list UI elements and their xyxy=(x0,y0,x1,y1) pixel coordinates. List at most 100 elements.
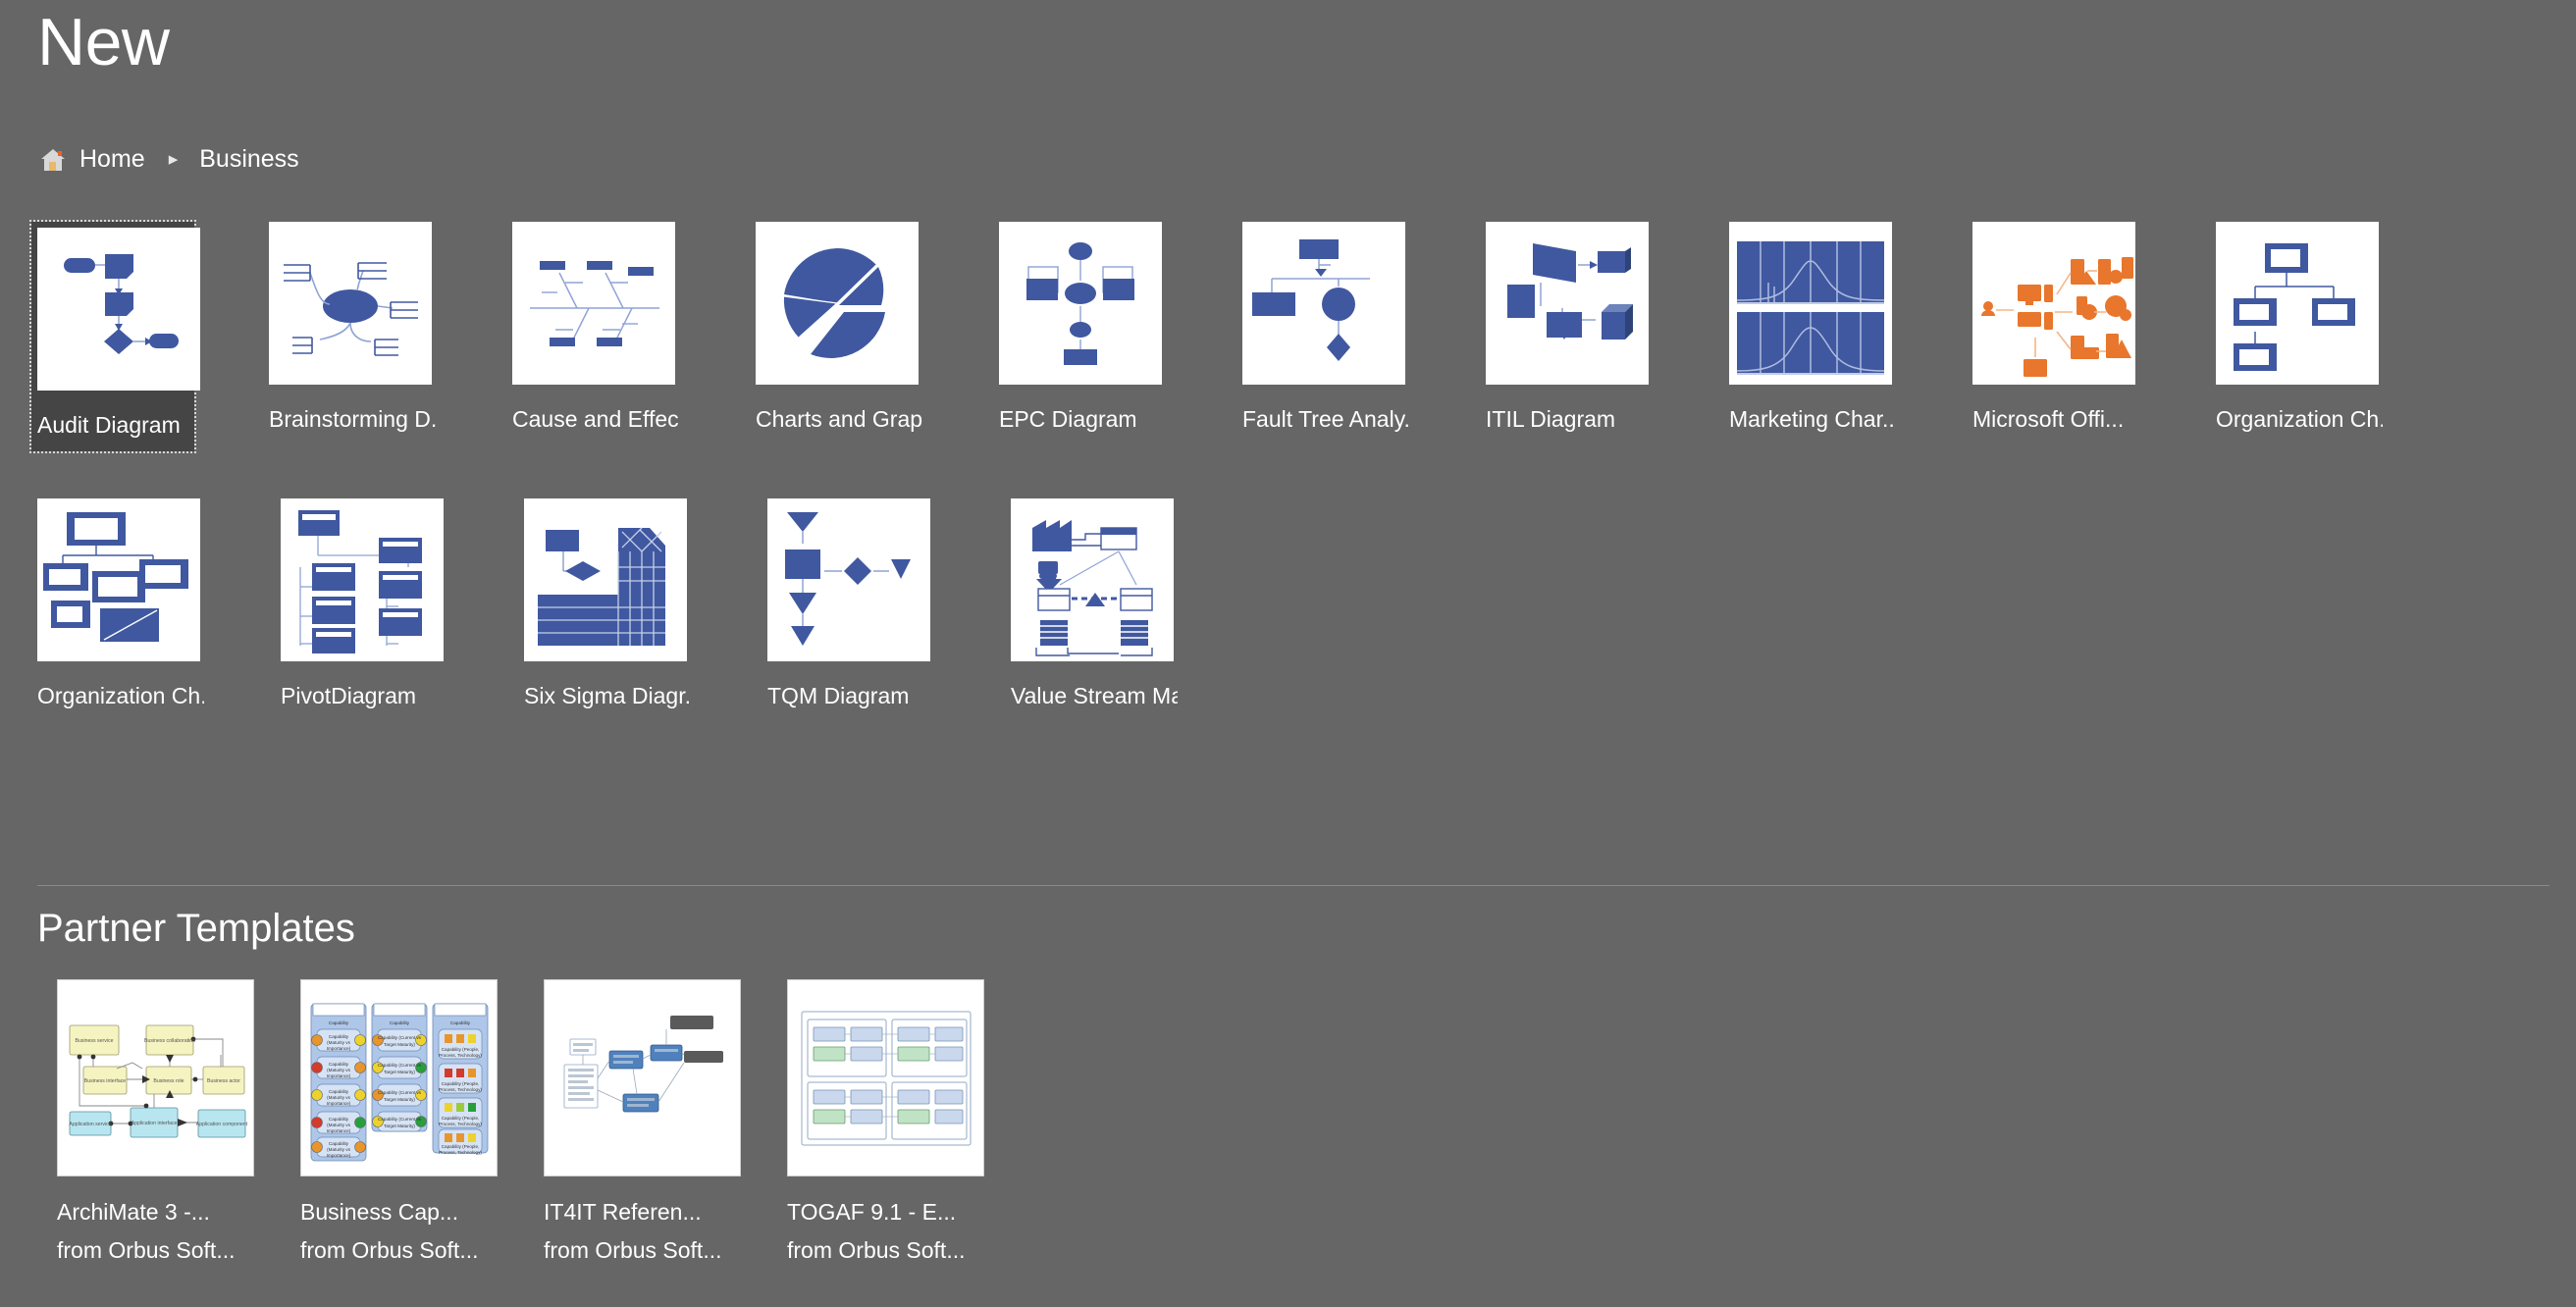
svg-text:Target Maturity): Target Maturity) xyxy=(384,1124,415,1128)
svg-text:Capability (Current vs: Capability (Current vs xyxy=(378,1035,422,1040)
page-title: New xyxy=(37,5,170,79)
template-tile-fault-tree-analysis[interactable]: Fault Tree Analy... xyxy=(1242,222,1409,451)
svg-text:Process, Technology): Process, Technology) xyxy=(439,1053,482,1058)
svg-text:Importance): Importance) xyxy=(327,1128,351,1133)
partner-templates-grid: Business service Business interface Busi… xyxy=(57,979,1030,1266)
template-thumbnail-epc-diagram xyxy=(999,222,1162,385)
svg-text:Capability: Capability xyxy=(329,1089,349,1094)
svg-text:Capability: Capability xyxy=(329,1117,349,1122)
template-label: Six Sigma Diagr... xyxy=(524,682,691,708)
template-label: Organization Ch... xyxy=(2216,406,2383,432)
template-label: Brainstorming D... xyxy=(269,406,436,432)
template-tile-itil-diagram[interactable]: ITIL Diagram xyxy=(1486,222,1649,451)
svg-text:Capability: Capability xyxy=(329,1034,349,1039)
svg-text:(Maturity vs: (Maturity vs xyxy=(327,1123,350,1127)
template-label: PivotDiagram xyxy=(281,682,417,708)
template-label: Microsoft Offi... xyxy=(1972,406,2125,432)
svg-text:Capability (People,: Capability (People, xyxy=(442,1081,480,1086)
partner-template-name: Business Cap... xyxy=(300,1199,459,1225)
template-thumbnail-marketing-charts xyxy=(1729,222,1892,385)
template-label: Cause and Effec... xyxy=(512,406,679,432)
breadcrumb-home-label: Home xyxy=(79,145,145,173)
new-template-gallery-page: New Home ▸ Business Audit Diagram Brains… xyxy=(0,0,2576,1307)
template-thumbnail-tqm-diagram xyxy=(767,497,930,661)
template-thumbnail-cause-and-effect xyxy=(512,222,675,385)
template-tile-pivot-diagram[interactable]: PivotDiagram xyxy=(281,497,444,710)
template-thumbnail-organization-chart-1 xyxy=(2216,222,2379,385)
template-tile-cause-and-effect[interactable]: Cause and Effec... xyxy=(512,222,679,451)
template-grid: Audit Diagram Brainstorming D... Cause a… xyxy=(29,220,2459,710)
template-tile-organization-chart-1[interactable]: Organization Ch... xyxy=(2216,222,2383,451)
svg-text:Business role: Business role xyxy=(153,1078,184,1084)
template-thumbnail-pivot-diagram xyxy=(281,497,444,661)
svg-text:(Maturity vs: (Maturity vs xyxy=(327,1040,350,1045)
template-thumbnail-charts-and-graphs xyxy=(756,222,919,385)
template-tile-marketing-charts[interactable]: Marketing Char... xyxy=(1729,222,1896,451)
svg-text:Application interface: Application interface xyxy=(131,1121,178,1126)
template-thumbnail-fault-tree-analysis xyxy=(1242,222,1405,385)
svg-text:Capability: Capability xyxy=(450,1020,471,1025)
template-label: Value Stream Map xyxy=(1011,682,1178,708)
template-tile-epc-diagram[interactable]: EPC Diagram xyxy=(999,222,1162,451)
template-tile-brainstorming-diagram[interactable]: Brainstorming D... xyxy=(269,222,436,451)
template-label: TQM Diagram xyxy=(767,682,910,708)
svg-text:Process, Technology): Process, Technology) xyxy=(439,1150,482,1155)
svg-text:Application component: Application component xyxy=(196,1122,248,1127)
partner-tile-togaf[interactable]: TOGAF 9.1 - E... from Orbus Soft... xyxy=(787,979,984,1266)
svg-text:Capability (People,: Capability (People, xyxy=(442,1116,480,1121)
partner-tile-it4it[interactable]: IT4IT Referen... from Orbus Soft... xyxy=(544,979,741,1266)
svg-text:Importance): Importance) xyxy=(327,1046,351,1051)
svg-text:Importance): Importance) xyxy=(327,1153,351,1158)
breadcrumb: Home ▸ Business xyxy=(39,145,299,174)
svg-text:(Maturity vs: (Maturity vs xyxy=(327,1147,350,1152)
partner-template-source: from Orbus Soft... xyxy=(57,1236,236,1263)
svg-text:Capability (People,: Capability (People, xyxy=(442,1144,480,1149)
svg-text:Process, Technology): Process, Technology) xyxy=(439,1087,482,1092)
template-label: Fault Tree Analy... xyxy=(1242,406,1409,432)
svg-text:Capability (People,: Capability (People, xyxy=(442,1047,480,1052)
template-tile-organization-chart-2[interactable]: Organization Ch... xyxy=(37,497,204,710)
template-tile-tqm-diagram[interactable]: TQM Diagram xyxy=(767,497,930,710)
template-label: EPC Diagram xyxy=(999,406,1137,432)
svg-text:Capability (Current vs: Capability (Current vs xyxy=(378,1063,422,1068)
breadcrumb-home-link[interactable]: Home xyxy=(39,145,145,174)
partner-template-name: ArchiMate 3 -... xyxy=(57,1199,210,1225)
template-tile-six-sigma-diagram[interactable]: Six Sigma Diagr... xyxy=(524,497,691,710)
template-tile-charts-and-graphs[interactable]: Charts and Grap... xyxy=(756,222,922,451)
template-label: Charts and Grap... xyxy=(756,406,922,432)
svg-text:Process, Technology): Process, Technology) xyxy=(439,1122,482,1126)
template-row-2: Organization Ch... PivotDiagram Six Sigm… xyxy=(37,497,2459,710)
template-thumbnail-itil-diagram xyxy=(1486,222,1649,385)
svg-text:Business service: Business service xyxy=(76,1038,114,1044)
partner-tile-business-capability[interactable]: Capability Capability Capability Capabil… xyxy=(300,979,498,1266)
svg-text:Target Maturity): Target Maturity) xyxy=(384,1097,415,1102)
svg-text:Importance): Importance) xyxy=(327,1073,351,1078)
template-tile-microsoft-office[interactable]: Microsoft Offi... xyxy=(1972,222,2135,451)
template-thumbnail-value-stream-map xyxy=(1011,497,1174,661)
svg-text:Capability: Capability xyxy=(329,1062,349,1067)
breadcrumb-current-label: Business xyxy=(199,145,299,173)
template-tile-audit-diagram[interactable]: Audit Diagram xyxy=(29,220,200,453)
svg-text:Business actor: Business actor xyxy=(207,1078,240,1084)
svg-text:Capability: Capability xyxy=(390,1020,410,1025)
section-divider xyxy=(37,885,2550,886)
template-label: Audit Diagram xyxy=(37,412,181,438)
template-label: Marketing Char... xyxy=(1729,406,1896,432)
partner-thumbnail-business-capability: Capability Capability Capability Capabil… xyxy=(300,979,498,1176)
partner-template-name: TOGAF 9.1 - E... xyxy=(787,1199,957,1225)
template-thumbnail-six-sigma-diagram xyxy=(524,497,687,661)
partner-template-source: from Orbus Soft... xyxy=(787,1236,966,1263)
template-tile-value-stream-map[interactable]: Value Stream Map xyxy=(1011,497,1178,710)
partner-tile-archimate[interactable]: Business service Business interface Busi… xyxy=(57,979,254,1266)
svg-text:Capability (Current vs: Capability (Current vs xyxy=(378,1117,422,1122)
partner-template-source: from Orbus Soft... xyxy=(544,1236,722,1263)
template-thumbnail-microsoft-office xyxy=(1972,222,2135,385)
svg-text:Capability: Capability xyxy=(329,1020,349,1025)
partner-thumbnail-togaf xyxy=(787,979,984,1176)
partner-thumbnail-archimate: Business service Business interface Busi… xyxy=(57,979,254,1176)
partner-templates-heading: Partner Templates xyxy=(37,907,355,950)
partner-template-source: from Orbus Soft... xyxy=(300,1236,479,1263)
partner-template-name: IT4IT Referen... xyxy=(544,1199,702,1225)
svg-text:Capability: Capability xyxy=(329,1141,349,1146)
template-label: Organization Ch... xyxy=(37,682,204,708)
